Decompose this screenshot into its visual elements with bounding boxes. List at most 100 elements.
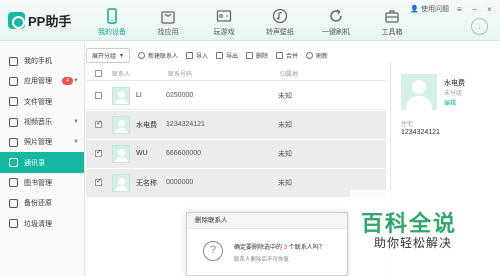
apps-icon bbox=[9, 76, 18, 86]
table-row[interactable]: WU 666600000 未知 bbox=[86, 140, 386, 168]
device-icon bbox=[107, 8, 117, 24]
refresh-label: 刷新 bbox=[316, 54, 329, 60]
import-icon bbox=[185, 52, 193, 59]
export-label: 导出 bbox=[226, 54, 239, 60]
contacts-table-header: 联系人 联系号码 归属地 bbox=[86, 67, 386, 81]
sidebar-item-label: 文件管理 bbox=[24, 98, 52, 106]
app-logo: PP助手 bbox=[8, 11, 71, 30]
music-icon bbox=[272, 8, 288, 24]
chevron-down-icon: ▼ bbox=[73, 119, 79, 126]
sidebar-item-book-management[interactable]: 图书管理 bbox=[0, 173, 84, 193]
gamepad-icon bbox=[216, 10, 232, 22]
nav-games[interactable]: 玩游戏 bbox=[196, 0, 252, 41]
refresh-icon bbox=[330, 9, 342, 22]
main-nav: 我的设备 找应用 玩游戏 铃声壁纸 一键刷机 工具箱 bbox=[84, 0, 420, 41]
folder-icon bbox=[9, 97, 18, 107]
nav-label: 一键刷机 bbox=[322, 29, 350, 36]
import-label: 导入 bbox=[195, 54, 208, 60]
refresh-button[interactable]: 刷新 bbox=[306, 51, 328, 60]
export-button[interactable]: 导出 bbox=[216, 51, 238, 60]
table-row[interactable]: LI 0250000 未知 bbox=[86, 82, 386, 110]
sidebar-item-app-management[interactable]: 应用管理 4 ▼ bbox=[0, 71, 84, 91]
avatar bbox=[401, 74, 437, 110]
row-checkbox[interactable] bbox=[95, 119, 102, 128]
import-button[interactable]: 导入 bbox=[185, 51, 208, 60]
feedback-label: 使用问题 bbox=[421, 6, 449, 13]
export-icon bbox=[216, 52, 223, 59]
sidebar-item-file-management[interactable]: 文件管理 bbox=[0, 92, 84, 112]
sidebar: 我的手机 应用管理 4 ▼ 文件管理 视频音乐 ▼ 照片管理 ▼ 通讯录 图书管… bbox=[0, 42, 85, 276]
dialog-warning: 联系人删除后不可恢复 bbox=[234, 257, 290, 263]
nav-ringtones[interactable]: 铃声壁纸 bbox=[252, 0, 308, 41]
sidebar-item-label: 图书管理 bbox=[24, 179, 52, 187]
close-button[interactable]: × bbox=[485, 5, 494, 14]
contact-location: 未知 bbox=[278, 92, 292, 100]
dialog-message-post: 个联系人吗？ bbox=[288, 245, 325, 251]
row-checkbox[interactable] bbox=[95, 177, 102, 186]
dialog-message-pre: 确定要删除选中的 bbox=[234, 245, 283, 251]
sidebar-item-video-music[interactable]: 视频音乐 ▼ bbox=[0, 112, 84, 132]
contacts-toolbar: 展开分组 ▼ 新建联系人 导入 导出 删除 合并 刷新 bbox=[86, 47, 386, 64]
detail-phone-label: 住宅 bbox=[401, 122, 414, 128]
nav-my-device[interactable]: 我的设备 bbox=[84, 0, 140, 41]
contact-phone: 0000000 bbox=[166, 179, 194, 186]
contact-name: 水电费 bbox=[136, 121, 157, 129]
dialog-count: 3 bbox=[283, 245, 288, 251]
sidebar-item-label: 照片管理 bbox=[24, 139, 52, 147]
avatar bbox=[112, 173, 130, 192]
top-right-controls: 👤 使用问题 ≡ − × bbox=[410, 4, 494, 14]
sidebar-item-label: 我的手机 bbox=[24, 58, 52, 66]
minimize-button[interactable]: − bbox=[470, 5, 479, 14]
chevron-down-icon: ▼ bbox=[73, 78, 79, 85]
top-bar: PP助手 我的设备 找应用 玩游戏 铃声壁纸 一键刷机 工具箱 👤 使用问题 ≡… bbox=[0, 0, 500, 41]
sidebar-item-backup-restore[interactable]: 备份还原 bbox=[0, 193, 84, 213]
row-checkbox[interactable] bbox=[95, 148, 102, 157]
edit-contact-link[interactable]: 编辑 bbox=[444, 98, 456, 107]
contact-location: 未知 bbox=[278, 150, 292, 158]
nav-label: 玩游戏 bbox=[213, 29, 235, 36]
sidebar-item-label: 视频音乐 bbox=[24, 119, 52, 127]
feedback-link[interactable]: 👤 使用问题 bbox=[410, 4, 449, 14]
download-icon[interactable]: ↓ bbox=[471, 18, 488, 35]
sidebar-item-my-phone[interactable]: 我的手机 bbox=[0, 51, 84, 71]
avatar bbox=[112, 144, 130, 163]
book-icon bbox=[9, 178, 18, 188]
photo-icon bbox=[9, 137, 18, 147]
detail-group: 未分组 bbox=[444, 91, 463, 97]
nav-label: 工具箱 bbox=[381, 29, 403, 36]
table-row[interactable]: 水电费 1234324121 未知 bbox=[86, 111, 386, 139]
expand-group-button[interactable]: 展开分组 ▼ bbox=[86, 48, 130, 63]
chevron-down-icon: ▼ bbox=[73, 139, 79, 146]
avatar bbox=[112, 86, 130, 105]
sidebar-item-photo-management[interactable]: 照片管理 ▼ bbox=[0, 132, 84, 152]
watermark-sub: 助你轻松解决 bbox=[374, 236, 453, 250]
video-icon bbox=[9, 117, 18, 127]
select-all-checkbox[interactable] bbox=[95, 70, 102, 77]
sidebar-item-cleanup[interactable]: 垃圾清理 bbox=[0, 213, 84, 233]
row-checkbox[interactable] bbox=[95, 92, 102, 99]
nav-flash[interactable]: 一键刷机 bbox=[308, 0, 364, 41]
table-row[interactable]: 无名称 0000000 未知 bbox=[86, 169, 386, 197]
trash-icon bbox=[246, 52, 254, 59]
sidebar-item-label: 通讯录 bbox=[24, 159, 45, 167]
plus-icon bbox=[137, 52, 145, 59]
new-contact-button[interactable]: 新建联系人 bbox=[137, 51, 178, 60]
nav-label: 找应用 bbox=[157, 29, 179, 36]
person-icon: 👤 bbox=[410, 6, 419, 13]
contacts-icon bbox=[9, 158, 18, 168]
contact-location: 未知 bbox=[278, 179, 292, 187]
delete-contacts-dialog: 删除联系人 ? 确定要删除选中的 3 个联系人吗？ 联系人删除后不可恢复 bbox=[186, 212, 348, 276]
sidebar-item-label: 备份还原 bbox=[24, 200, 52, 208]
nav-label: 我的设备 bbox=[98, 29, 126, 36]
refresh-icon bbox=[306, 52, 314, 59]
delete-button[interactable]: 删除 bbox=[246, 51, 268, 60]
merge-button[interactable]: 合并 bbox=[276, 51, 298, 60]
contact-location: 未知 bbox=[278, 121, 292, 129]
new-contact-label: 新建联系人 bbox=[147, 54, 178, 60]
menu-button[interactable]: ≡ bbox=[455, 5, 464, 14]
sidebar-item-contacts[interactable]: 通讯录 bbox=[0, 152, 84, 173]
column-header-location: 归属地 bbox=[280, 72, 299, 78]
merge-icon bbox=[276, 52, 284, 59]
nav-find-apps[interactable]: 找应用 bbox=[140, 0, 196, 41]
contact-phone: 1234324121 bbox=[166, 121, 205, 128]
